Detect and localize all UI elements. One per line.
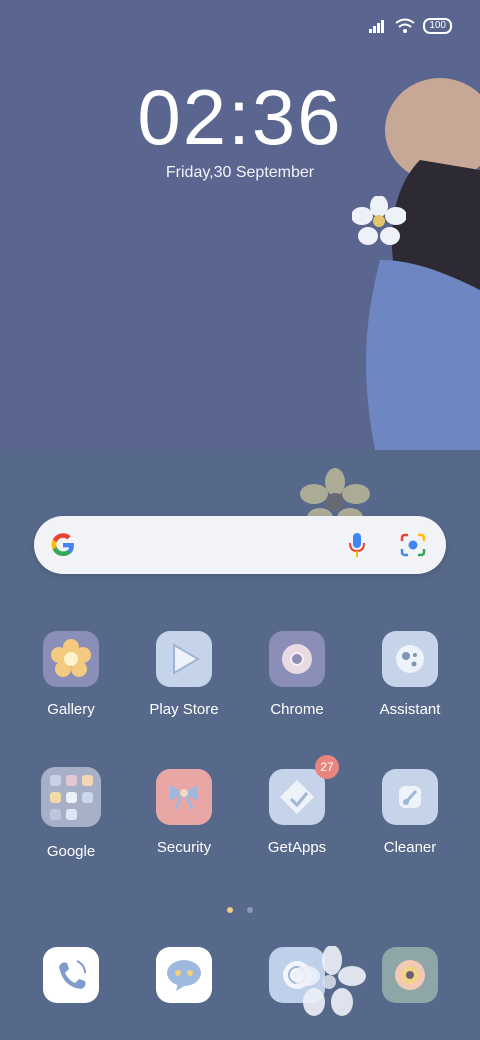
play-store-icon [156,631,212,687]
assistant-icon [382,631,438,687]
app-cleaner[interactable]: Cleaner [360,769,460,856]
app-gallery[interactable]: Gallery [21,631,121,718]
app-label: GetApps [267,839,327,856]
google-lens-icon[interactable] [400,533,426,557]
google-search-bar[interactable] [34,516,446,574]
camera-icon [395,960,425,990]
flower-decoration-icon [292,946,366,1016]
page-dot[interactable] [247,907,254,913]
flower-decoration-icon [352,196,406,245]
phone-icon [59,960,86,989]
messages-icon [167,960,201,991]
app-label: Gallery [47,701,95,718]
getapps-icon: 27 [269,755,339,825]
battery-icon: 100 [423,18,452,34]
signal-icon [369,20,385,33]
app-label: Google [46,843,96,860]
notification-badge: 27 [315,755,339,779]
folder-icon [41,767,101,827]
brush-icon [382,769,438,825]
app-assistant[interactable]: Assistant [360,631,460,718]
chrome-icon [269,631,325,687]
page-dot-active[interactable] [226,907,233,913]
app-label: Play Store [149,701,219,718]
app-label: Chrome [270,701,324,718]
app-folder-google[interactable]: Google [21,767,121,860]
dock-messages[interactable] [156,947,212,1003]
bow-icon [156,769,212,825]
google-logo-icon [51,533,74,556]
home-screen: 100 02:36 Friday,30 September Gallery Pl… [0,0,480,1040]
page-indicator [0,900,480,918]
flower-icon [43,631,99,687]
app-label: Cleaner [383,839,437,856]
status-bar: 100 [369,18,452,34]
dock-camera[interactable] [382,947,438,1003]
clock-date[interactable]: Friday,30 September [0,164,480,182]
microphone-icon[interactable] [348,532,366,558]
wifi-icon [395,18,415,33]
clock-time[interactable]: 02:36 [0,72,480,163]
app-play-store[interactable]: Play Store [134,631,234,718]
app-chrome[interactable]: Chrome [247,631,347,718]
dock-phone[interactable] [43,947,99,1003]
app-label: Assistant [379,701,441,718]
app-security[interactable]: Security [134,769,234,856]
app-getapps[interactable]: 27 GetApps [247,755,347,856]
app-label: Security [156,839,212,856]
